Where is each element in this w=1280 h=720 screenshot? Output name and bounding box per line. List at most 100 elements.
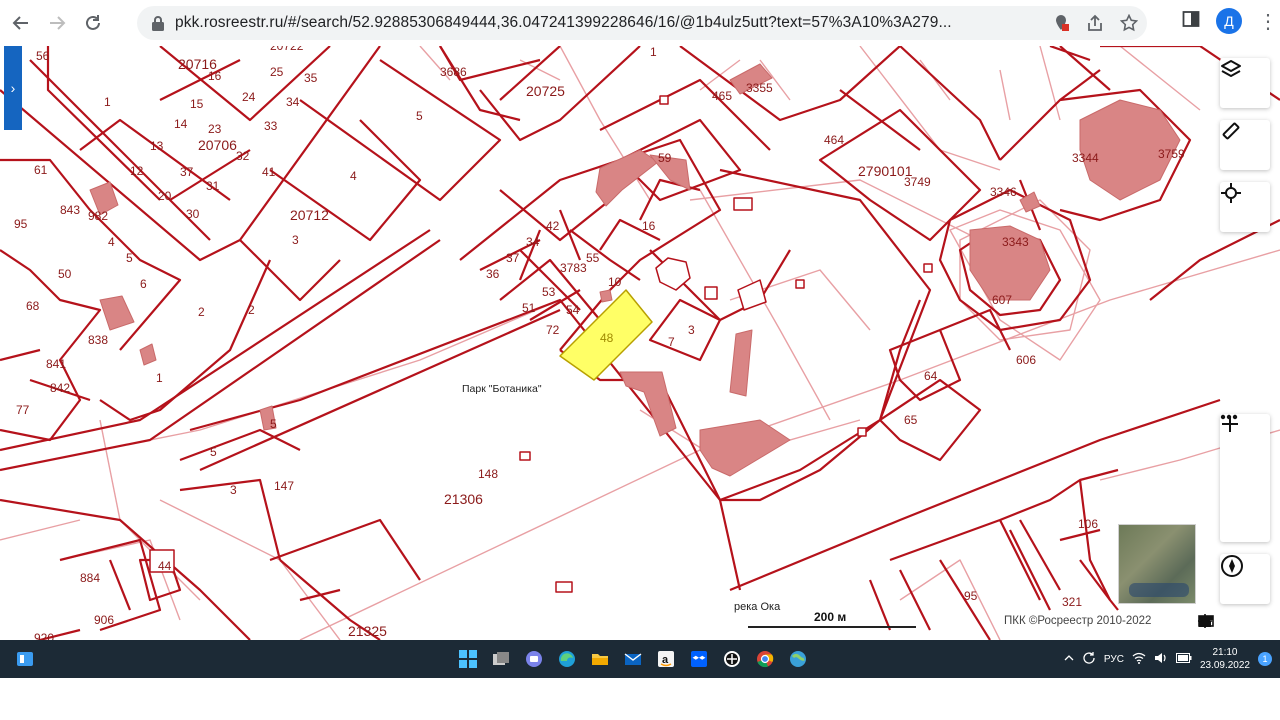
parcel-label: 321 bbox=[1062, 595, 1082, 609]
parcel-label: 106 bbox=[1078, 517, 1098, 531]
parcel-label: 3343 bbox=[1002, 235, 1029, 249]
layers-button[interactable] bbox=[1220, 58, 1270, 108]
location-blocked-icon[interactable] bbox=[1051, 13, 1071, 33]
mail-icon bbox=[624, 653, 642, 665]
parcel-label: 21306 bbox=[444, 491, 483, 507]
scale-label: 200 м bbox=[814, 610, 847, 624]
parcel-label: 50 bbox=[58, 267, 72, 281]
parcel-label: 20722 bbox=[270, 46, 304, 53]
parcel-label: 37 bbox=[506, 251, 520, 265]
parcel-label: 32 bbox=[236, 149, 250, 163]
parcel-label: 2 bbox=[248, 303, 255, 317]
parcel-label: 5 bbox=[416, 109, 423, 123]
parcel-label: 77 bbox=[16, 403, 30, 417]
mail-button[interactable] bbox=[621, 647, 645, 671]
zoom-more-button[interactable] bbox=[1220, 414, 1270, 498]
chat-icon bbox=[526, 651, 542, 667]
url-text[interactable]: pkk.rosreestr.ru/#/search/52.92885306849… bbox=[175, 14, 1015, 32]
parcel-label: 3 bbox=[688, 323, 695, 337]
parcel-label: 5 bbox=[210, 445, 217, 459]
bookmark-star-icon[interactable] bbox=[1119, 13, 1139, 33]
map-scale: 200 м bbox=[748, 610, 916, 628]
edge-button[interactable] bbox=[555, 647, 579, 671]
parcel-label: 95 bbox=[14, 217, 28, 231]
back-button[interactable] bbox=[6, 8, 36, 38]
task-view-button[interactable] bbox=[489, 647, 513, 671]
wifi-icon[interactable] bbox=[1132, 652, 1146, 667]
lock-icon bbox=[152, 16, 164, 31]
cadastral-map[interactable]: 56 20716 16 25 35 1 15 24 34 14 23 33 13… bbox=[0, 46, 1280, 640]
parcel-label: 54 bbox=[566, 303, 580, 317]
chrome-button[interactable] bbox=[753, 647, 777, 671]
parcel-label: 464 bbox=[824, 133, 844, 147]
parcel-label: 7 bbox=[668, 335, 675, 349]
parcel-label: 20 bbox=[158, 189, 172, 203]
teams-chat-button[interactable] bbox=[522, 647, 546, 671]
address-bar[interactable]: pkk.rosreestr.ru/#/search/52.92885306849… bbox=[137, 6, 1147, 40]
app-button[interactable] bbox=[720, 647, 744, 671]
parcel-label: 607 bbox=[992, 293, 1012, 307]
notification-badge[interactable]: 1 bbox=[1258, 652, 1272, 666]
parcel-label: 3355 bbox=[746, 81, 773, 95]
parcel-label: 95 bbox=[964, 589, 978, 603]
parcel-label: 65 bbox=[904, 413, 918, 427]
parcel-label: 906 bbox=[94, 613, 114, 627]
globe-app-button[interactable] bbox=[786, 647, 810, 671]
chrome-icon bbox=[757, 651, 774, 668]
system-clock[interactable]: 21:10 23.09.2022 bbox=[1200, 646, 1250, 672]
forward-button[interactable] bbox=[42, 8, 72, 38]
parcel-label: 3344 bbox=[1072, 151, 1099, 165]
copyright-text: ПКК ©Росреестр 2010-2022 bbox=[1004, 615, 1152, 627]
parcel-label: 920 bbox=[34, 631, 54, 640]
parcel-label: 21325 bbox=[348, 623, 387, 639]
clock-date: 23.09.2022 bbox=[1199, 660, 1250, 671]
map-canvas[interactable]: 56 20716 16 25 35 1 15 24 34 14 23 33 13… bbox=[0, 46, 1280, 640]
target-icon[interactable] bbox=[1198, 614, 1236, 628]
sync-icon[interactable] bbox=[1082, 651, 1096, 668]
parcel-label: 3749 bbox=[904, 175, 931, 189]
parcel-label: 59 bbox=[658, 151, 672, 165]
share-icon[interactable] bbox=[1085, 13, 1105, 33]
windows-logo-icon bbox=[459, 650, 477, 668]
battery-icon[interactable] bbox=[1175, 652, 1192, 666]
ruler-icon bbox=[1222, 122, 1240, 140]
side-panel-icon[interactable] bbox=[1182, 10, 1200, 33]
parcel-label: 20706 bbox=[198, 137, 237, 153]
compass-button[interactable] bbox=[1220, 554, 1270, 604]
start-button[interactable] bbox=[456, 647, 480, 671]
parcel-label: 35 bbox=[304, 71, 318, 85]
dropbox-button[interactable] bbox=[687, 647, 711, 671]
profile-avatar[interactable]: Д bbox=[1216, 8, 1242, 34]
parcel-label: 24 bbox=[242, 90, 256, 104]
language-indicator[interactable]: РУС bbox=[1104, 654, 1124, 665]
parcel-label: 5 bbox=[270, 417, 277, 431]
file-explorer-button[interactable] bbox=[588, 647, 612, 671]
amazon-button[interactable]: a bbox=[654, 647, 678, 671]
ruler-button[interactable] bbox=[1220, 120, 1270, 170]
screen: pkk.rosreestr.ru/#/search/52.92885306849… bbox=[0, 0, 1280, 720]
sidebar-toggle-button[interactable]: › bbox=[4, 46, 22, 130]
highlighted-parcel-label[interactable]: 48 bbox=[600, 331, 614, 345]
parcel-label: 61 bbox=[34, 163, 48, 177]
browser-toolbar: pkk.rosreestr.ru/#/search/52.92885306849… bbox=[0, 0, 1280, 46]
widgets-icon[interactable] bbox=[16, 650, 34, 668]
locate-button[interactable] bbox=[1220, 182, 1270, 232]
svg-text:a: a bbox=[662, 654, 669, 666]
parcel-label: 33 bbox=[264, 119, 278, 133]
chevron-up-icon[interactable] bbox=[1064, 654, 1074, 665]
satellite-basemap-thumbnail[interactable] bbox=[1118, 524, 1196, 604]
parcel-label: 31 bbox=[206, 179, 220, 193]
zoom-out-button[interactable] bbox=[1220, 423, 1270, 540]
print-icon[interactable] bbox=[1198, 614, 1260, 628]
zoom-controls bbox=[1220, 414, 1270, 542]
parcel-label: 147 bbox=[274, 479, 294, 493]
browser-menu-icon[interactable]: ⋮ bbox=[1258, 9, 1278, 34]
volume-icon[interactable] bbox=[1154, 652, 1168, 667]
parcel-label: 51 bbox=[522, 301, 536, 315]
parcel-label: 842 bbox=[50, 381, 70, 395]
parcel-label: 838 bbox=[88, 333, 108, 347]
parcel-label: 12 bbox=[130, 164, 144, 178]
reload-button[interactable] bbox=[78, 8, 108, 38]
parcel-label: 53 bbox=[542, 285, 556, 299]
chevron-right-icon: › bbox=[10, 80, 16, 96]
